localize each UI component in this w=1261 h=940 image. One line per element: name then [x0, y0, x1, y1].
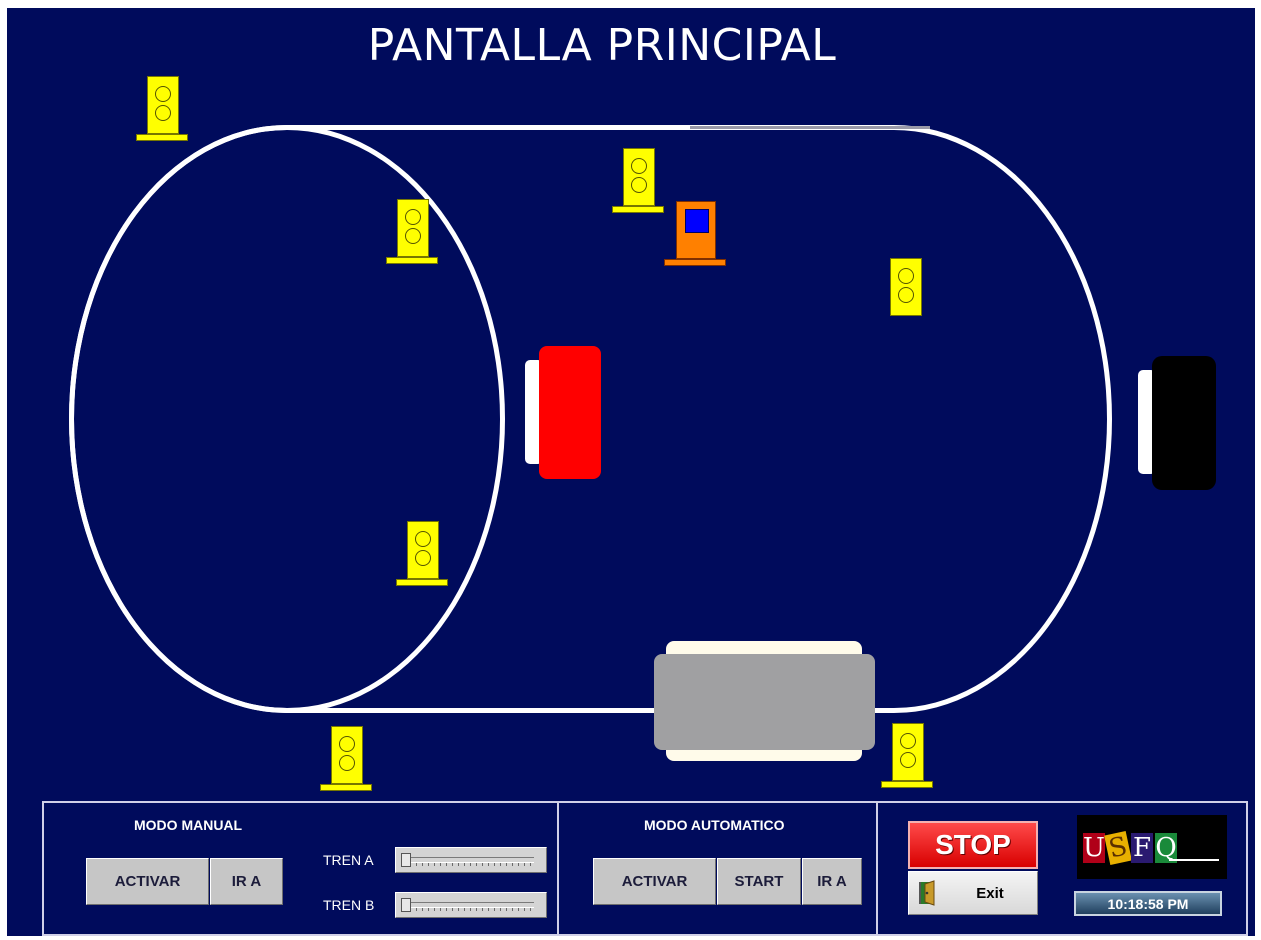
exit-button[interactable]: Exit — [908, 871, 1038, 915]
tren-b-label: TREN B — [323, 897, 375, 913]
logo-swoosh — [1169, 859, 1219, 861]
logo-letter-f: F — [1131, 833, 1153, 863]
panel-divider — [557, 803, 559, 934]
tren-b-slider[interactable] — [395, 892, 547, 918]
tren-a-label: TREN A — [323, 852, 374, 868]
signal-top-center — [612, 148, 664, 214]
clock-display: 10:18:58 PM — [1074, 891, 1222, 916]
signal-top-left — [136, 76, 188, 142]
tren-a-slider[interactable] — [395, 847, 547, 873]
auto-activar-button[interactable]: ACTIVAR — [593, 858, 716, 905]
auto-mode-label: MODO AUTOMATICO — [644, 817, 785, 833]
train-black — [1138, 356, 1218, 492]
train-b-gray — [654, 641, 876, 761]
auto-ir-a-button[interactable]: IR A — [802, 858, 862, 905]
screen: PANTALLA PRINCIPAL MODO MANUAL ACTIVAR I… — [0, 0, 1261, 940]
signal-inner-top — [386, 199, 438, 265]
panel-divider — [876, 803, 878, 934]
stop-button[interactable]: STOP — [908, 821, 1038, 869]
logo-letter-u: U — [1083, 833, 1105, 863]
exit-label: Exit — [976, 885, 1004, 902]
signal-inner-bottom — [396, 521, 448, 587]
tren-b-slider-thumb[interactable] — [401, 898, 411, 912]
logo-letter-s: S — [1104, 831, 1132, 865]
manual-mode-label: MODO MANUAL — [134, 817, 243, 833]
manual-ir-a-button[interactable]: IR A — [210, 858, 283, 905]
usfq-logo: U S F Q — [1077, 815, 1227, 879]
station-building — [664, 201, 726, 267]
station-window — [685, 209, 709, 233]
signal-bottom-right — [881, 723, 933, 789]
page-title: PANTALLA PRINCIPAL — [367, 20, 837, 71]
signal-right-center — [879, 258, 931, 324]
main-canvas: PANTALLA PRINCIPAL MODO MANUAL ACTIVAR I… — [7, 8, 1255, 936]
auto-start-button[interactable]: START — [717, 858, 801, 905]
control-panel: MODO MANUAL ACTIVAR IR A TREN A TREN B M… — [42, 801, 1248, 936]
manual-activar-button[interactable]: ACTIVAR — [86, 858, 209, 905]
tren-a-slider-thumb[interactable] — [401, 853, 411, 867]
train-a-red — [525, 346, 603, 480]
signal-bottom-left — [320, 726, 372, 792]
track-highlight-segment — [690, 126, 930, 129]
